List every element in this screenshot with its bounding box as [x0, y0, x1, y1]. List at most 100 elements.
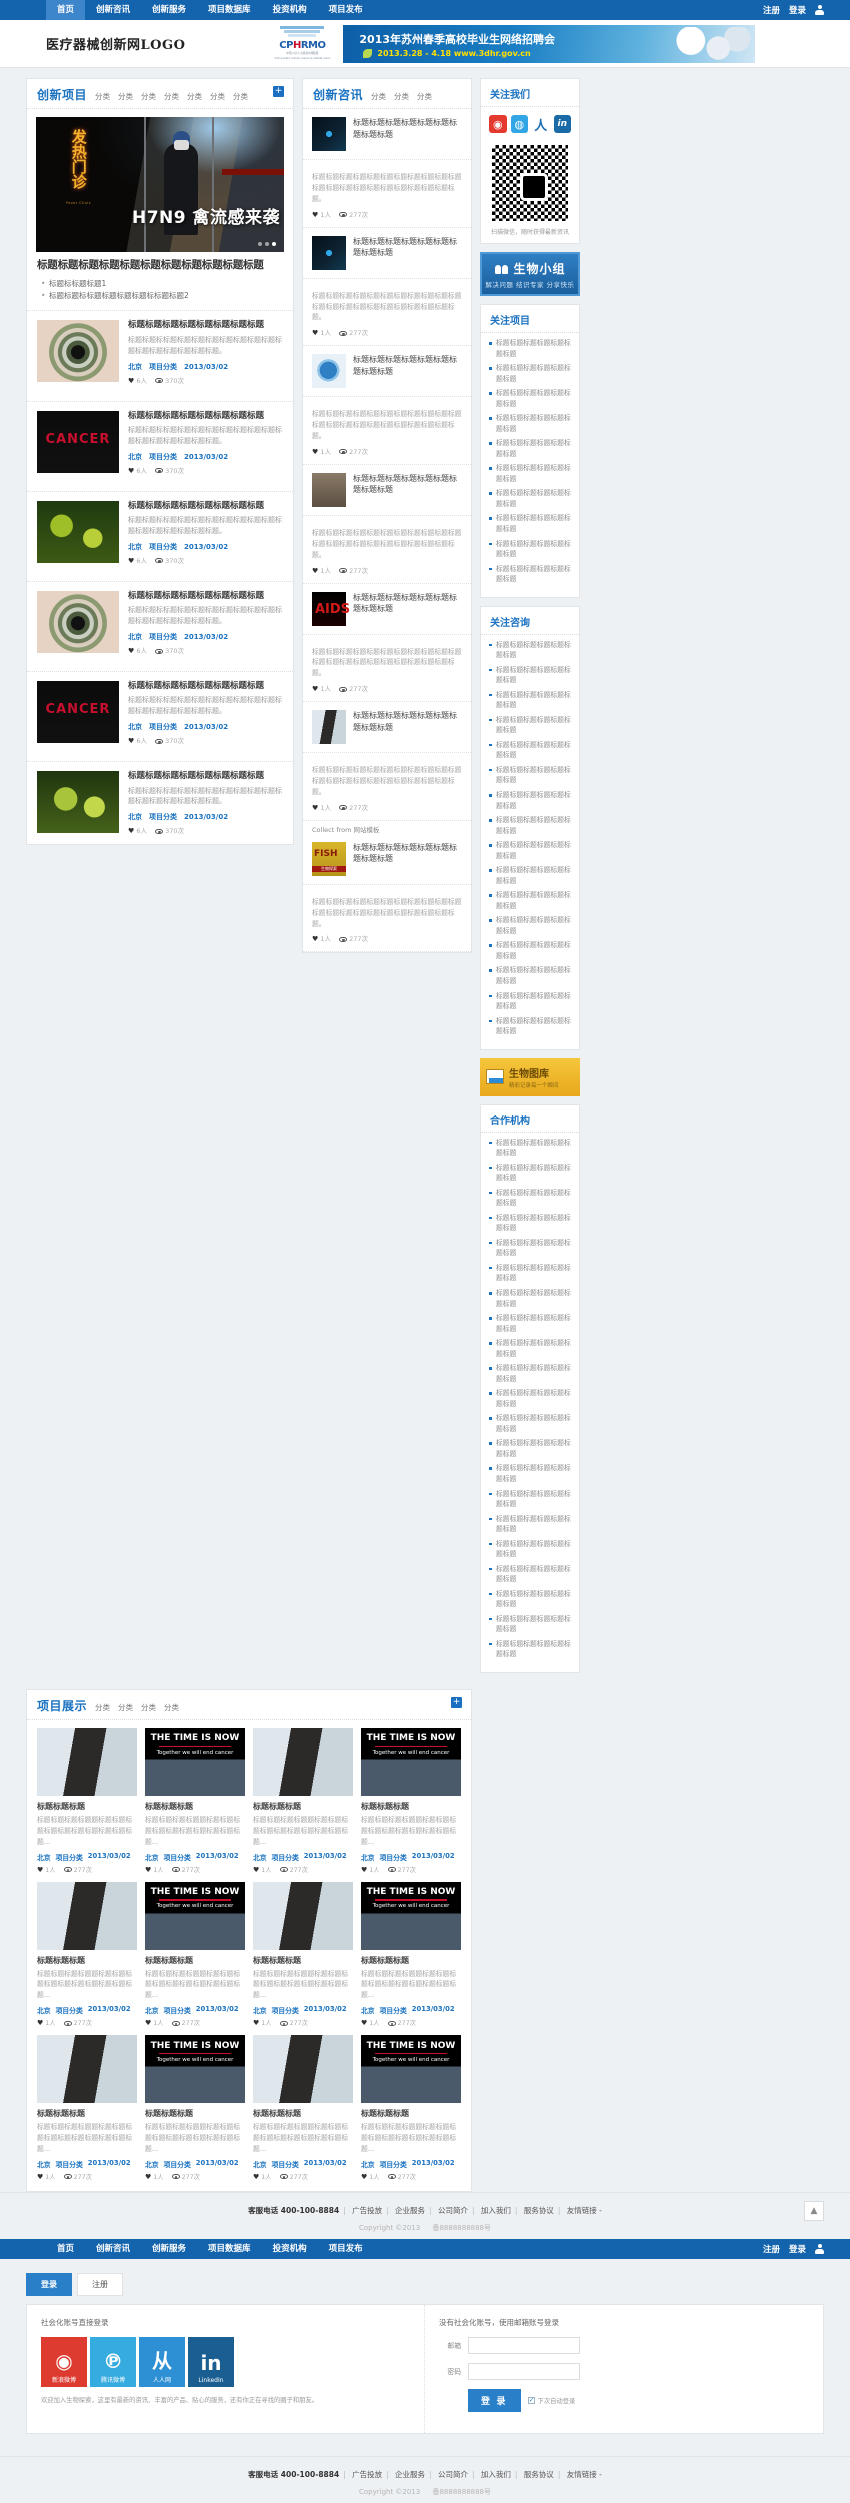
- article-title[interactable]: 标题标题标题标题标题标题标题标题: [128, 411, 283, 422]
- showcase-thumbnail[interactable]: [37, 2035, 137, 2104]
- showcase-category[interactable]: 项目分类: [380, 1852, 407, 1862]
- article-category[interactable]: 项目分类: [149, 542, 177, 552]
- footer-link-terms-2[interactable]: 服务协议: [524, 2470, 554, 2479]
- showcase-thumbnail[interactable]: THE TIME IS NOW Together we will end canc…: [145, 2035, 245, 2104]
- showcase-title[interactable]: 标题标题标题: [145, 1801, 245, 1812]
- showcase-card-item[interactable]: 标题标题标题 标题标题标题标题题标题标题标题标题标题标题标题标题标题标题... 北京…: [37, 2035, 137, 2181]
- project-article-item[interactable]: CANCER 标题标题标题标题标题标题标题标题 标题标题标标题标题标题标题标题标题标…: [27, 671, 293, 754]
- watch-project-item[interactable]: 标题标题标题标题标题标题标题: [489, 388, 571, 409]
- category-link[interactable]: 分类: [187, 91, 202, 102]
- showcase-location[interactable]: 北京: [37, 2159, 51, 2169]
- showcase-category[interactable]: 项目分类: [56, 2005, 83, 2015]
- tab-register[interactable]: 注册: [77, 2272, 123, 2296]
- renren-login-button[interactable]: 从人人网: [139, 2336, 185, 2387]
- partner-item[interactable]: 标题标题标题标题标题标题标题: [489, 1288, 571, 1309]
- article-thumbnail[interactable]: [37, 771, 119, 834]
- partner-item[interactable]: 标题标题标题标题标题标题标题: [489, 1388, 571, 1409]
- watch-project-item[interactable]: 标题标题标题标题标题标题标题: [489, 539, 571, 560]
- article-title[interactable]: 标题标题标题标题标题标题标题标题: [128, 501, 283, 512]
- renren-icon[interactable]: 人: [532, 115, 550, 134]
- showcase-title[interactable]: 标题标题标题: [37, 1801, 137, 1812]
- showcase-location[interactable]: 北京: [253, 2159, 267, 2169]
- article-thumbnail[interactable]: CANCER: [37, 681, 119, 744]
- showcase-thumbnail[interactable]: [37, 1727, 137, 1796]
- partner-item[interactable]: 标题标题标题标题标题标题标题: [489, 1413, 571, 1434]
- nav-item-services[interactable]: 创新服务: [141, 0, 197, 20]
- news-title[interactable]: 标题标题标题标题标题标题标题标题标题: [353, 236, 462, 259]
- partner-item[interactable]: 标题标题标题标题标题标题标题: [489, 1313, 571, 1334]
- lead-bullet[interactable]: 标题标标题标题1: [41, 278, 283, 291]
- category-link[interactable]: 分类: [394, 91, 409, 102]
- partner-item[interactable]: 标题标题标题标题标题标题标题: [489, 1514, 571, 1535]
- footer-link-join[interactable]: 加入我们: [481, 2206, 511, 2215]
- footer-link-terms[interactable]: 服务协议: [524, 2206, 554, 2215]
- showcase-card-item[interactable]: 标题标题标题 标题标题标题标题题标题标题标题标题标题标题标题标题标题标题... 北京…: [253, 2035, 353, 2181]
- showcase-category[interactable]: 项目分类: [56, 1852, 83, 1862]
- showcase-category[interactable]: 项目分类: [272, 1852, 299, 1862]
- watch-news-item[interactable]: 标题标题标题标题标题标题标题: [489, 815, 571, 836]
- login-submit-button[interactable]: 登 录: [468, 2388, 521, 2412]
- hero-slideshow[interactable]: 发热门诊 Fever Clinic H7N9 禽流感来袭: [36, 117, 284, 252]
- showcase-category[interactable]: 项目分类: [56, 2159, 83, 2169]
- category-link[interactable]: 分类: [371, 91, 386, 102]
- nav-item-investors[interactable]: 投资机构: [262, 0, 318, 20]
- partner-item[interactable]: 标题标题标题标题标题标题标题: [489, 1263, 571, 1284]
- showcase-location[interactable]: 北京: [145, 2159, 159, 2169]
- news-thumbnail[interactable]: [312, 235, 346, 270]
- watch-news-item[interactable]: 标题标题标题标题标题标题标题: [489, 940, 571, 961]
- showcase-thumbnail[interactable]: [37, 1881, 137, 1950]
- showcase-card-item[interactable]: THE TIME IS NOW Together we will end canc…: [361, 1727, 461, 1874]
- project-article-item[interactable]: 标题标题标题标题标题标题标题标题 标题标题标标题标题标题标题标题标题标题标题标题标…: [27, 490, 293, 574]
- showcase-category[interactable]: 项目分类: [164, 2159, 191, 2169]
- news-title[interactable]: 标题标题标题标题标题标题标题标题标题: [353, 473, 462, 496]
- partner-item[interactable]: 标题标题标题标题标题标题标题: [489, 1539, 571, 1560]
- watch-news-item[interactable]: 标题标题标题标题标题标题标题: [489, 890, 571, 911]
- showcase-location[interactable]: 北京: [361, 2005, 375, 2015]
- footer-link-ads-2[interactable]: 广告投放: [352, 2470, 382, 2479]
- showcase-title[interactable]: 标题标题标题: [145, 1955, 245, 1966]
- project-article-item[interactable]: CANCER 标题标题标题标题标题标题标题标题 标题标题标标题标题标题标题标题标题标…: [27, 400, 293, 484]
- nav2-item-investors[interactable]: 投资机构: [262, 2239, 318, 2259]
- partner-item[interactable]: 标题标题标题标题标题标题标题: [489, 1238, 571, 1259]
- footer-link-friends-2[interactable]: 友情链接 -: [567, 2470, 602, 2479]
- showcase-title[interactable]: 标题标题标题: [361, 2108, 461, 2119]
- news-item[interactable]: 标题标题标题标题标题标题标题标题标题: [303, 346, 471, 398]
- showcase-thumbnail[interactable]: [253, 1881, 353, 1950]
- watch-project-item[interactable]: 标题标题标题标题标题标题标题: [489, 463, 571, 484]
- watch-news-item[interactable]: 标题标题标题标题标题标题标题: [489, 740, 571, 761]
- watch-project-item[interactable]: 标题标题标题标题标题标题标题: [489, 488, 571, 509]
- category-link[interactable]: 分类: [417, 91, 432, 102]
- watch-news-item[interactable]: 标题标题标题标题标题标题标题: [489, 665, 571, 686]
- linkedin-login-button[interactable]: in LinkedIn: [188, 2336, 234, 2387]
- showcase-location[interactable]: 北京: [37, 1852, 51, 1862]
- watch-news-item[interactable]: 标题标题标题标题标题标题标题: [489, 1016, 571, 1037]
- remember-me-checkbox[interactable]: 下次自动登录: [527, 2396, 575, 2405]
- showcase-card-item[interactable]: 标题标题标题 标题标题标题标题题标题标题标题标题标题标题标题标题标题标题... 北京…: [37, 1727, 137, 1874]
- footer-link-friends[interactable]: 友情链接 -: [567, 2206, 602, 2215]
- showcase-category[interactable]: 项目分类: [164, 2005, 191, 2015]
- article-location[interactable]: 北京: [128, 452, 142, 462]
- nav2-item-project-db[interactable]: 项目数据库: [197, 2239, 262, 2259]
- watch-news-item[interactable]: 标题标题标题标题标题标题标题: [489, 715, 571, 736]
- watch-project-item[interactable]: 标题标题标题标题标题标题标题: [489, 363, 571, 384]
- showcase-thumbnail[interactable]: THE TIME IS NOW Together we will end canc…: [145, 1881, 245, 1950]
- slide-dot[interactable]: [265, 242, 269, 246]
- category-link[interactable]: 分类: [164, 1702, 179, 1713]
- showcase-location[interactable]: 北京: [145, 2005, 159, 2015]
- nav2-item-services[interactable]: 创新服务: [141, 2239, 197, 2259]
- article-thumbnail[interactable]: [37, 590, 119, 653]
- watch-project-item[interactable]: 标题标题标题标题标题标题标题: [489, 413, 571, 434]
- watch-news-item[interactable]: 标题标题标题标题标题标题标题: [489, 840, 571, 861]
- login-link-2[interactable]: 登录: [789, 2243, 806, 2255]
- email-input[interactable]: [468, 2336, 580, 2354]
- article-title[interactable]: 标题标题标题标题标题标题标题标题: [128, 681, 283, 692]
- nav-item-home[interactable]: 首页: [46, 0, 86, 20]
- article-thumbnail[interactable]: [37, 500, 119, 563]
- news-title[interactable]: 标题标题标题标题标题标题标题标题标题: [353, 117, 462, 140]
- lead-bullet[interactable]: 标题标题标标题标题标题标题标标题标题2: [41, 290, 283, 303]
- news-item[interactable]: FISH 生物探索 标题标题标题标题标题标题标题标题标题: [303, 834, 471, 885]
- footer-link-ads[interactable]: 广告投放: [352, 2206, 382, 2215]
- bio-group-banner[interactable]: 生物小组 解决问题 结识专家 分享快乐: [480, 252, 580, 296]
- article-location[interactable]: 北京: [128, 362, 142, 372]
- watch-news-item[interactable]: 标题标题标题标题标题标题标题: [489, 690, 571, 711]
